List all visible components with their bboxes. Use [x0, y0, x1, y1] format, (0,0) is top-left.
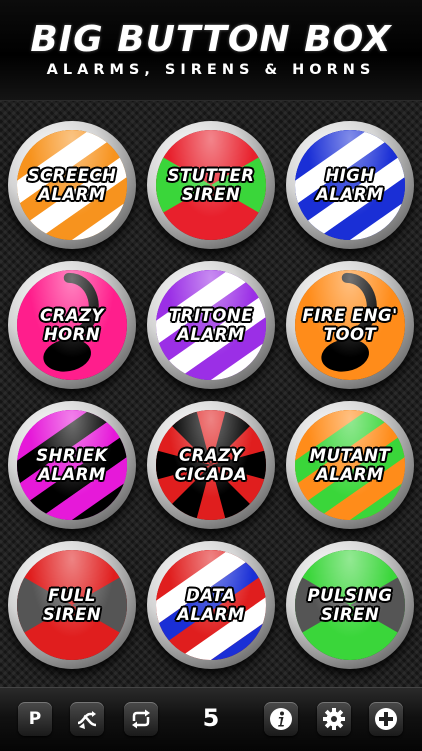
fire-eng-toot-button[interactable]: FIRE ENG' TOOT: [286, 261, 414, 389]
button-label-line: DATA: [186, 586, 236, 605]
count-display: 5: [202, 704, 220, 732]
mutant-alarm-button[interactable]: MUTANT ALARM: [286, 401, 414, 529]
button-label-line: SHRIEK: [36, 446, 108, 465]
button-label-line: SIREN: [42, 605, 102, 624]
screech-alarm-button[interactable]: SCREECH ALARM: [8, 121, 136, 249]
p-icon: P: [28, 709, 42, 729]
button-label-line: ALARM: [177, 325, 245, 344]
repeat-button[interactable]: [124, 702, 158, 736]
button-label-line: TRITONE: [169, 306, 253, 325]
button-label: FULL SIREN: [17, 550, 127, 660]
button-label-line: CRAZY: [40, 306, 104, 325]
button-label-line: ALARM: [38, 465, 106, 484]
button-label: CRAZY CICADA: [156, 410, 266, 520]
button-grid: SCREECH ALARM STUTTER SIREN HIGH ALARM CRAZY HO…: [0, 101, 422, 687]
app-title: BIG BUTTON BOX: [30, 19, 392, 60]
button-label-line: FIRE ENG': [302, 306, 398, 325]
button-label-line: TOOT: [323, 325, 377, 344]
crazy-cicada-button[interactable]: CRAZY CICADA: [147, 401, 275, 529]
button-label-line: ALARM: [316, 465, 384, 484]
button-face: MUTANT ALARM: [295, 410, 405, 520]
button-label-line: PULSING: [307, 586, 393, 605]
button-label: TRITONE ALARM: [156, 270, 266, 380]
p-button[interactable]: P: [18, 702, 52, 736]
button-face: STUTTER SIREN: [156, 130, 266, 240]
button-face: DATA ALARM: [156, 550, 266, 660]
button-label-line: STUTTER: [167, 166, 255, 185]
button-label-line: HIGH: [325, 166, 375, 185]
plus-icon: [375, 708, 397, 730]
bottom-toolbar: P 5: [0, 687, 422, 751]
button-label-line: ALARM: [177, 605, 245, 624]
button-label: PULSING SIREN: [295, 550, 405, 660]
button-face: SHRIEK ALARM: [17, 410, 127, 520]
gear-icon: [323, 708, 345, 730]
button-label: STUTTER SIREN: [156, 130, 266, 240]
tritone-alarm-button[interactable]: TRITONE ALARM: [147, 261, 275, 389]
button-face: HIGH ALARM: [295, 130, 405, 240]
button-label-line: ALARM: [38, 185, 106, 204]
button-label-line: FULL: [48, 586, 96, 605]
button-face: PULSING SIREN: [295, 550, 405, 660]
crazy-horn-button[interactable]: CRAZY HORN: [8, 261, 136, 389]
button-label: FIRE ENG' TOOT: [295, 270, 405, 380]
button-label: SHRIEK ALARM: [17, 410, 127, 520]
button-label-line: ALARM: [316, 185, 384, 204]
button-label-line: SIREN: [181, 185, 241, 204]
info-button[interactable]: [264, 702, 298, 736]
button-label: MUTANT ALARM: [295, 410, 405, 520]
high-alarm-button[interactable]: HIGH ALARM: [286, 121, 414, 249]
button-face: CRAZY HORN: [17, 270, 127, 380]
shriek-alarm-button[interactable]: SHRIEK ALARM: [8, 401, 136, 529]
button-label-line: SCREECH: [27, 166, 117, 185]
pulsing-siren-button[interactable]: PULSING SIREN: [286, 541, 414, 669]
button-face: TRITONE ALARM: [156, 270, 266, 380]
button-label: CRAZY HORN: [17, 270, 127, 380]
repeat-icon: [132, 709, 150, 729]
button-label: DATA ALARM: [156, 550, 266, 660]
data-alarm-button[interactable]: DATA ALARM: [147, 541, 275, 669]
button-label-line: SIREN: [320, 605, 380, 624]
button-label: HIGH ALARM: [295, 130, 405, 240]
button-label-line: CICADA: [174, 465, 248, 484]
button-label-line: CRAZY: [179, 446, 243, 465]
app-subtitle: ALARMS, SIRENS & HORNS: [46, 62, 376, 78]
button-face: CRAZY CICADA: [156, 410, 266, 520]
button-label: SCREECH ALARM: [17, 130, 127, 240]
button-face: FIRE ENG' TOOT: [295, 270, 405, 380]
settings-button[interactable]: [317, 702, 351, 736]
shuffle-icon: [77, 711, 97, 729]
add-button[interactable]: [369, 702, 403, 736]
header: BIG BUTTON BOX ALARMS, SIRENS & HORNS: [0, 0, 422, 101]
info-icon: [270, 708, 292, 730]
full-siren-button[interactable]: FULL SIREN: [8, 541, 136, 669]
button-face: SCREECH ALARM: [17, 130, 127, 240]
button-face: FULL SIREN: [17, 550, 127, 660]
button-label-line: HORN: [43, 325, 101, 344]
stutter-siren-button[interactable]: STUTTER SIREN: [147, 121, 275, 249]
button-label-line: MUTANT: [309, 446, 391, 465]
shuffle-button[interactable]: [70, 702, 104, 736]
